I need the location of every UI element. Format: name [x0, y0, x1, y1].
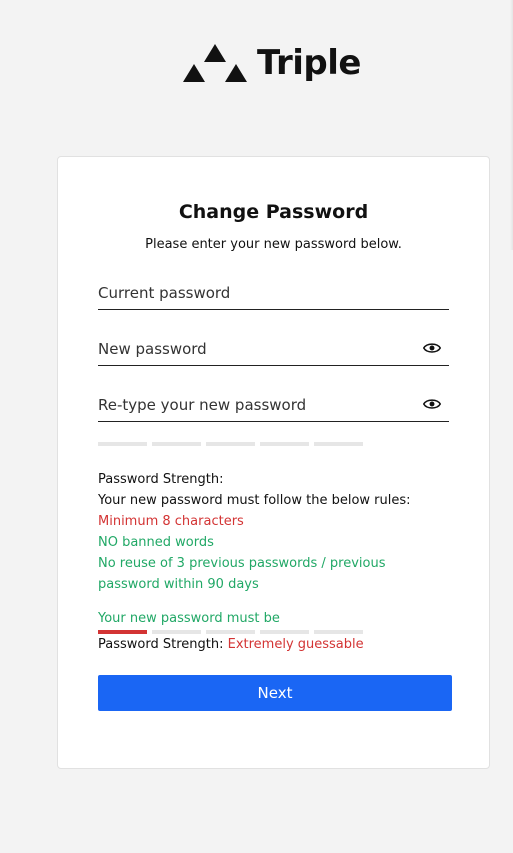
- meter-segment: [152, 630, 201, 634]
- page-subtitle: Please enter your new password below.: [145, 237, 402, 252]
- strength-label: Password Strength:: [98, 637, 228, 652]
- meter-segment: [314, 630, 363, 634]
- meter-segment: [98, 442, 147, 446]
- rule-item: NO banned words: [98, 535, 214, 550]
- eye-icon[interactable]: [423, 339, 441, 357]
- password-rules: Password Strength: Your new password mus…: [98, 469, 449, 595]
- page-title: Change Password: [178, 201, 369, 223]
- meter-segment: [98, 630, 147, 634]
- rules-intro: Your new password must follow the below …: [98, 493, 411, 508]
- password-match-meter: [98, 442, 363, 446]
- next-button[interactable]: Next: [98, 675, 452, 711]
- current-password-field[interactable]: [98, 277, 449, 310]
- rule-item: No reuse of 3 previous passwords / previ…: [98, 556, 386, 592]
- new-password-input[interactable]: [98, 333, 449, 365]
- change-password-card: Change Password Please enter your new pa…: [57, 156, 490, 769]
- brand-logo: Triple: [183, 43, 361, 83]
- strength-status: Password Strength: Extremely guessable: [98, 637, 364, 652]
- password-warning: Your new password must be: [98, 611, 280, 626]
- meter-segment: [314, 442, 363, 446]
- strength-value: Extremely guessable: [227, 637, 364, 652]
- meter-segment: [152, 442, 201, 446]
- brand-name: Triple: [257, 43, 361, 83]
- meter-segment: [206, 442, 255, 446]
- new-password-field[interactable]: [98, 333, 449, 366]
- rules-heading: Password Strength:: [98, 472, 224, 487]
- eye-icon[interactable]: [423, 395, 441, 413]
- current-password-input[interactable]: [98, 277, 449, 309]
- rule-item: Minimum 8 characters: [98, 514, 244, 529]
- retype-password-field[interactable]: [98, 389, 449, 422]
- meter-segment: [260, 630, 309, 634]
- triangles-logo-icon: [183, 44, 247, 82]
- meter-segment: [206, 630, 255, 634]
- strength-meter: [98, 630, 363, 634]
- meter-segment: [260, 442, 309, 446]
- retype-password-input[interactable]: [98, 389, 449, 421]
